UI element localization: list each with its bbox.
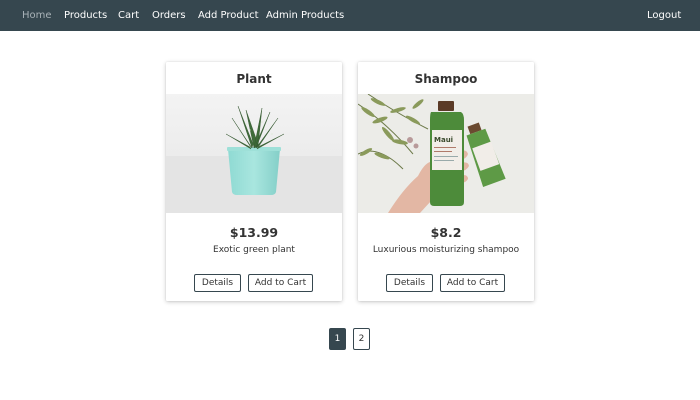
details-button[interactable]: Details (386, 274, 433, 292)
product-image-plant (166, 94, 342, 213)
product-title: Plant (236, 72, 272, 86)
product-description: Luxurious moisturizing shampoo (372, 245, 520, 255)
product-card: Shampoo Maui $8.2 Luxurious moisturizing… (358, 62, 534, 301)
nav-products-link[interactable]: Products (64, 10, 107, 21)
nav-home-link[interactable]: Home (22, 10, 52, 21)
nav-logout-link[interactable]: Logout (647, 10, 681, 21)
nav-admin-products-link[interactable]: Admin Products (266, 10, 344, 21)
product-description: Exotic green plant (213, 245, 295, 255)
product-title: Shampoo (414, 72, 478, 86)
pagination-page-2[interactable]: 2 (353, 328, 370, 350)
nav-cart-link[interactable]: Cart (118, 10, 139, 21)
product-price: $8.2 (430, 225, 462, 240)
add-to-cart-button[interactable]: Add to Cart (440, 274, 505, 292)
nav-add-product-link[interactable]: Add Product (198, 10, 259, 21)
svg-text:Maui: Maui (434, 136, 453, 144)
nav-orders-link[interactable]: Orders (152, 10, 186, 21)
top-navbar: Home Products Cart Orders Add Product Ad… (0, 0, 700, 31)
product-price: $13.99 (229, 225, 279, 240)
product-card: Plant $13.99 Exotic green plant Details … (166, 62, 342, 301)
details-button[interactable]: Details (194, 274, 241, 292)
add-to-cart-button[interactable]: Add to Cart (248, 274, 313, 292)
pagination-page-1[interactable]: 1 (329, 328, 346, 350)
product-image-shampoo: Maui (358, 94, 534, 213)
